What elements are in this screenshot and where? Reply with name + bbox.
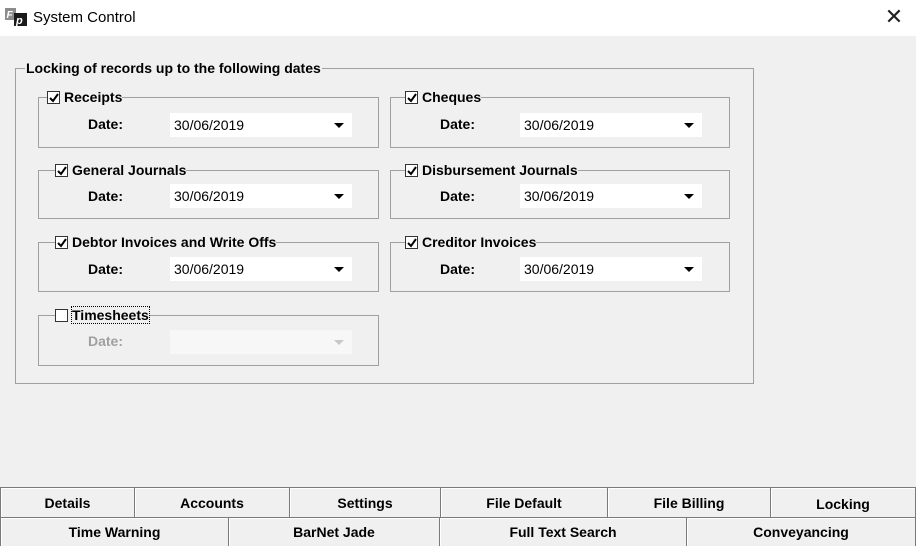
checkmark-icon: [407, 165, 417, 176]
receipts-date-label: Date:: [88, 116, 124, 132]
dropdown-arrow-icon[interactable]: [334, 340, 344, 345]
receipts-date-value: 30/06/2019: [174, 117, 245, 133]
cheques-checkbox[interactable]: Cheques: [405, 88, 482, 106]
tab-time-warning[interactable]: Time Warning: [0, 517, 229, 546]
checkmark-icon: [49, 92, 59, 103]
locking-group-title: Locking of records up to the following d…: [25, 60, 322, 76]
debtor-invoices-date-label: Date:: [88, 261, 124, 277]
receipts-check-box[interactable]: [47, 90, 60, 104]
svg-text:F: F: [7, 10, 14, 21]
general-journals-label: General Journals: [72, 162, 187, 178]
disbursement-journals-date-select[interactable]: 30/06/2019: [520, 184, 702, 208]
tab-barnet-jade[interactable]: BarNet Jade: [228, 517, 440, 546]
cheques-check-box[interactable]: [405, 90, 418, 104]
checkmark-icon: [407, 92, 417, 103]
disbursement-journals-date-value: 30/06/2019: [524, 188, 595, 204]
title-bar: F p System Control ✕: [0, 0, 916, 36]
tab-accounts[interactable]: Accounts: [134, 487, 290, 517]
timesheets-date-select[interactable]: [170, 330, 352, 354]
disbursement-journals-label: Disbursement Journals: [422, 162, 578, 178]
general-journals-checkbox[interactable]: General Journals: [55, 161, 187, 179]
receipts-checkbox[interactable]: Receipts: [47, 88, 123, 106]
timesheets-checkbox[interactable]: Timesheets: [55, 306, 150, 324]
checkmark-icon: [407, 237, 417, 248]
creditor-invoices-label: Creditor Invoices: [422, 234, 537, 250]
creditor-invoices-checkbox[interactable]: Creditor Invoices: [405, 233, 537, 251]
debtor-invoices-date-select[interactable]: 30/06/2019: [170, 257, 352, 281]
cheques-date-label: Date:: [440, 116, 476, 132]
checkmark-icon: [57, 165, 67, 176]
creditor-invoices-date-label: Date:: [440, 261, 476, 277]
tab-details[interactable]: Details: [0, 487, 135, 517]
creditor-invoices-date-select[interactable]: 30/06/2019: [520, 257, 702, 281]
tab-full-text-search[interactable]: Full Text Search: [439, 517, 687, 546]
cheques-date-value: 30/06/2019: [524, 117, 595, 133]
tab-locking[interactable]: Locking: [770, 487, 916, 519]
close-icon[interactable]: ✕: [884, 6, 904, 28]
general-journals-date-label: Date:: [88, 188, 124, 204]
debtor-invoices-label: Debtor Invoices and Write Offs: [72, 234, 277, 250]
dropdown-arrow-icon[interactable]: [334, 267, 344, 272]
dropdown-arrow-icon[interactable]: [684, 123, 694, 128]
general-journals-check-box[interactable]: [55, 163, 68, 177]
checkmark-icon: [57, 237, 67, 248]
dropdown-arrow-icon[interactable]: [334, 194, 344, 199]
tab-conveyancing[interactable]: Conveyancing: [686, 517, 916, 546]
disbursement-journals-checkbox[interactable]: Disbursement Journals: [405, 161, 578, 179]
disbursement-journals-check-box[interactable]: [405, 163, 418, 177]
timesheets-date-label: Date:: [88, 333, 124, 349]
disbursement-journals-date-label: Date:: [440, 188, 476, 204]
svg-text:p: p: [15, 15, 23, 26]
dropdown-arrow-icon[interactable]: [334, 123, 344, 128]
app-logo-icon: F p: [5, 8, 27, 26]
general-journals-date-select[interactable]: 30/06/2019: [170, 184, 352, 208]
timesheets-label: Timesheets: [71, 306, 150, 324]
tab-file-billing[interactable]: File Billing: [607, 487, 771, 517]
creditor-invoices-check-box[interactable]: [405, 235, 418, 249]
creditor-invoices-date-value: 30/06/2019: [524, 261, 595, 277]
timesheets-check-box[interactable]: [55, 308, 68, 322]
window-title: System Control: [33, 9, 136, 26]
cheques-label: Cheques: [422, 89, 482, 105]
debtor-invoices-date-value: 30/06/2019: [174, 261, 245, 277]
receipts-label: Receipts: [64, 89, 123, 105]
tab-file-default[interactable]: File Default: [440, 487, 608, 517]
debtor-invoices-checkbox[interactable]: Debtor Invoices and Write Offs: [55, 233, 277, 251]
tab-settings[interactable]: Settings: [289, 487, 441, 517]
debtor-invoices-check-box[interactable]: [55, 235, 68, 249]
dropdown-arrow-icon[interactable]: [684, 267, 694, 272]
receipts-date-select[interactable]: 30/06/2019: [170, 113, 352, 137]
dropdown-arrow-icon[interactable]: [684, 194, 694, 199]
general-journals-date-value: 30/06/2019: [174, 188, 245, 204]
cheques-date-select[interactable]: 30/06/2019: [520, 113, 702, 137]
